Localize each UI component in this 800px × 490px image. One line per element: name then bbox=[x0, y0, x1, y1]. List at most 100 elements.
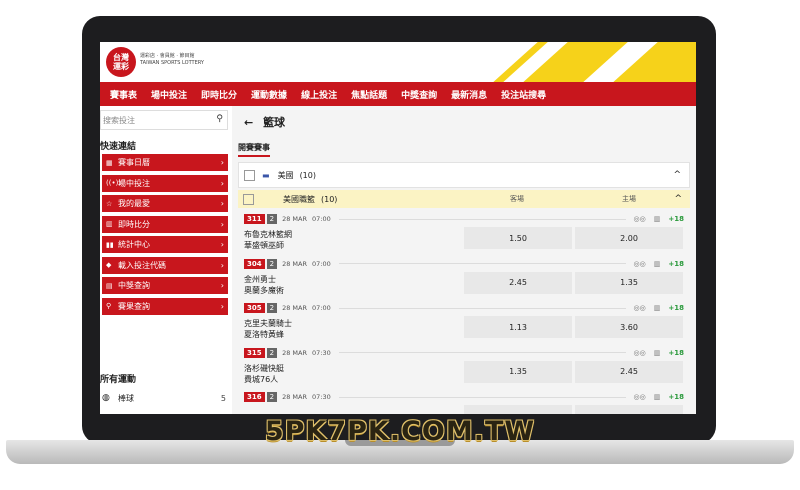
match-row: 311 2 28 MAR 07:00 ◎◎ ▥ +18 布魯克林籃網 華盛頓巫師 1.50 2.00 bbox=[238, 210, 690, 255]
scoreboard-icon: ▥ bbox=[106, 220, 113, 228]
match-date: 28 MAR bbox=[282, 215, 308, 223]
document-icon: ▤ bbox=[106, 281, 113, 290]
page-header: ← 籃球 bbox=[244, 114, 285, 130]
match-teams[interactable]: 洛杉磯快艇 費城76人 bbox=[244, 363, 284, 385]
tab-open-events[interactable]: 開賽賽事 bbox=[238, 142, 270, 157]
odds-home-button[interactable]: 3.60 bbox=[575, 316, 683, 338]
people-icon[interactable]: ◎◎ bbox=[634, 349, 646, 357]
more-markets-link[interactable]: +18 bbox=[668, 304, 684, 312]
chevron-right-icon: › bbox=[220, 301, 224, 311]
match-number: 315 bbox=[244, 347, 265, 358]
stats-icon[interactable]: ▥ bbox=[654, 215, 661, 223]
match-teams[interactable]: 克里夫蘭騎士 夏洛特黃蜂 bbox=[244, 318, 292, 340]
quick-link[interactable]: ▤ 中獎查詢 › bbox=[102, 277, 228, 294]
stats-icon[interactable]: ▥ bbox=[654, 393, 661, 401]
more-markets-link[interactable]: +18 bbox=[668, 349, 684, 357]
match-list: 311 2 28 MAR 07:00 ◎◎ ▥ +18 布魯克林籃網 華盛頓巫師 1.50 2.00… bbox=[238, 210, 690, 414]
match-row: 315 2 28 MAR 07:30 ◎◎ ▥ +18 洛杉磯快艇 費城76人 1.35 2.45 bbox=[238, 344, 690, 389]
brand-subtitle: 運彩店 · 會員館 · 節目館 TAIWAN SPORTS LOTTERY bbox=[140, 53, 204, 66]
sport-item[interactable]: ⊛籃球24 bbox=[102, 409, 226, 414]
calendar-icon: ▦ bbox=[106, 158, 113, 167]
main-content: ← 籃球 開賽賽事 ▬ 美國 (10) ^ 美國職籃 (10) 客場 主場 ^ … bbox=[232, 106, 696, 414]
quick-link[interactable]: ☆ 我的最愛 › bbox=[102, 195, 228, 212]
match-tag: 2 bbox=[266, 258, 278, 269]
us-flag-icon: ▬ bbox=[262, 170, 270, 180]
country-row[interactable]: ▬ 美國 (10) ^ bbox=[238, 162, 690, 188]
home-header: 主場 bbox=[622, 195, 636, 203]
country-checkbox[interactable] bbox=[244, 169, 255, 181]
nav-item[interactable]: 中獎查詢 bbox=[401, 88, 437, 101]
quick-link[interactable]: ((•)) 場中投注 › bbox=[102, 174, 228, 192]
nav-item[interactable]: 即時比分 bbox=[201, 88, 237, 101]
people-icon[interactable]: ◎◎ bbox=[634, 393, 646, 401]
chevron-right-icon: › bbox=[220, 281, 224, 290]
odds-away-button[interactable]: 2.45 bbox=[464, 271, 572, 294]
league-checkbox[interactable] bbox=[243, 193, 254, 205]
nav-item[interactable]: 最新消息 bbox=[451, 88, 487, 101]
nav-item[interactable]: 線上投注 bbox=[301, 88, 337, 101]
baseball-icon: ◍ bbox=[102, 393, 110, 403]
people-icon[interactable]: ◎◎ bbox=[634, 215, 646, 223]
nav-item[interactable]: 賽事表 bbox=[110, 88, 137, 101]
match-teams[interactable]: 金州勇士 奧蘭多魔術 bbox=[244, 274, 284, 296]
chevron-up-icon[interactable]: ^ bbox=[673, 170, 681, 180]
live-icon: ((•)) bbox=[106, 179, 122, 187]
odds-away-button[interactable]: 1.13 bbox=[464, 316, 572, 338]
quick-link[interactable]: ⚲ 賽果查詢 › bbox=[102, 297, 228, 315]
search-input[interactable]: 搜索投注 ⚲ bbox=[100, 110, 228, 130]
match-number: 311 bbox=[244, 214, 265, 224]
match-time: 07:00 bbox=[312, 304, 331, 312]
header-stripe bbox=[478, 42, 696, 82]
chevron-up-icon[interactable]: ^ bbox=[674, 194, 682, 204]
quick-link[interactable]: ▦ 賽事日曆 › bbox=[102, 154, 228, 171]
match-row: 305 2 28 MAR 07:00 ◎◎ ▥ +18 克里夫蘭騎士 夏洛特黃蜂 1.13 3.60 bbox=[238, 299, 690, 344]
stats-icon: ▮▮ bbox=[106, 240, 114, 249]
odds-home-button[interactable] bbox=[575, 405, 683, 414]
quick-link[interactable]: ▮▮ 統計中心 › bbox=[102, 236, 228, 253]
page-title: 籃球 bbox=[263, 116, 286, 129]
more-markets-link[interactable]: +18 bbox=[668, 260, 684, 268]
chevron-right-icon: › bbox=[220, 199, 224, 208]
league-row[interactable]: 美國職籃 (10) 客場 主場 ^ bbox=[238, 190, 690, 208]
sport-list: ◍棒球5⊛籃球24⚽足球31 bbox=[102, 387, 226, 414]
more-markets-link[interactable]: +18 bbox=[668, 215, 684, 223]
people-icon[interactable]: ◎◎ bbox=[634, 260, 646, 268]
watermark: 5PK7PK.COM.TW bbox=[264, 416, 536, 447]
nav-item[interactable]: 運動數據 bbox=[251, 88, 287, 101]
sport-item[interactable]: ◍ 棒球 5 bbox=[102, 387, 226, 409]
away-header: 客場 bbox=[510, 195, 524, 203]
nav-item[interactable]: 場中投注 bbox=[151, 88, 187, 101]
match-tag: 2 bbox=[266, 214, 278, 224]
match-tag: 2 bbox=[266, 303, 278, 313]
odds-home-button[interactable]: 2.00 bbox=[575, 227, 683, 249]
match-date: 28 MAR bbox=[282, 393, 308, 401]
odds-away-button[interactable] bbox=[464, 405, 572, 414]
nav-item[interactable]: 投注站搜尋 bbox=[501, 88, 546, 101]
quick-link[interactable]: ◆ 載入投注代碼 › bbox=[102, 256, 228, 274]
people-icon[interactable]: ◎◎ bbox=[634, 304, 646, 312]
match-number: 304 bbox=[244, 258, 265, 269]
match-row: 304 2 28 MAR 07:00 ◎◎ ▥ +18 金州勇士 奧蘭多魔術 2.45 1.35 bbox=[238, 255, 690, 300]
stats-icon[interactable]: ▥ bbox=[654, 304, 661, 312]
nav-item[interactable]: 焦點話題 bbox=[351, 88, 387, 101]
stats-icon[interactable]: ▥ bbox=[654, 349, 661, 357]
chevron-right-icon: › bbox=[220, 158, 224, 167]
ticket-icon: ◆ bbox=[106, 261, 112, 269]
stats-icon[interactable]: ▥ bbox=[654, 260, 661, 268]
chevron-right-icon: › bbox=[220, 260, 224, 270]
back-arrow-icon[interactable]: ← bbox=[244, 116, 253, 129]
odds-home-button[interactable]: 1.35 bbox=[575, 271, 683, 294]
odds-away-button[interactable]: 1.50 bbox=[464, 227, 572, 249]
quick-links-title: 快速連結 bbox=[100, 142, 137, 152]
odds-away-button[interactable]: 1.35 bbox=[464, 360, 572, 383]
odds-home-button[interactable]: 2.45 bbox=[575, 360, 683, 383]
quick-link[interactable]: ▥ 即時比分 › bbox=[102, 215, 228, 233]
match-teams[interactable]: 布魯克林籃網 華盛頓巫師 bbox=[244, 229, 292, 251]
brand-logo[interactable]: 台灣 運彩 bbox=[106, 47, 136, 77]
more-markets-link[interactable]: +18 bbox=[668, 393, 684, 401]
search-icon[interactable]: ⚲ bbox=[216, 114, 223, 124]
chevron-right-icon: › bbox=[220, 219, 224, 229]
chevron-right-icon: › bbox=[220, 240, 224, 249]
match-row: 316 2 28 MAR 07:30 ◎◎ ▥ +18 bbox=[238, 388, 690, 414]
main-nav: 賽事表 場中投注 即時比分 運動數據 線上投注 焦點話題 中獎查詢 最新消息 投注站搜尋 bbox=[100, 82, 696, 106]
